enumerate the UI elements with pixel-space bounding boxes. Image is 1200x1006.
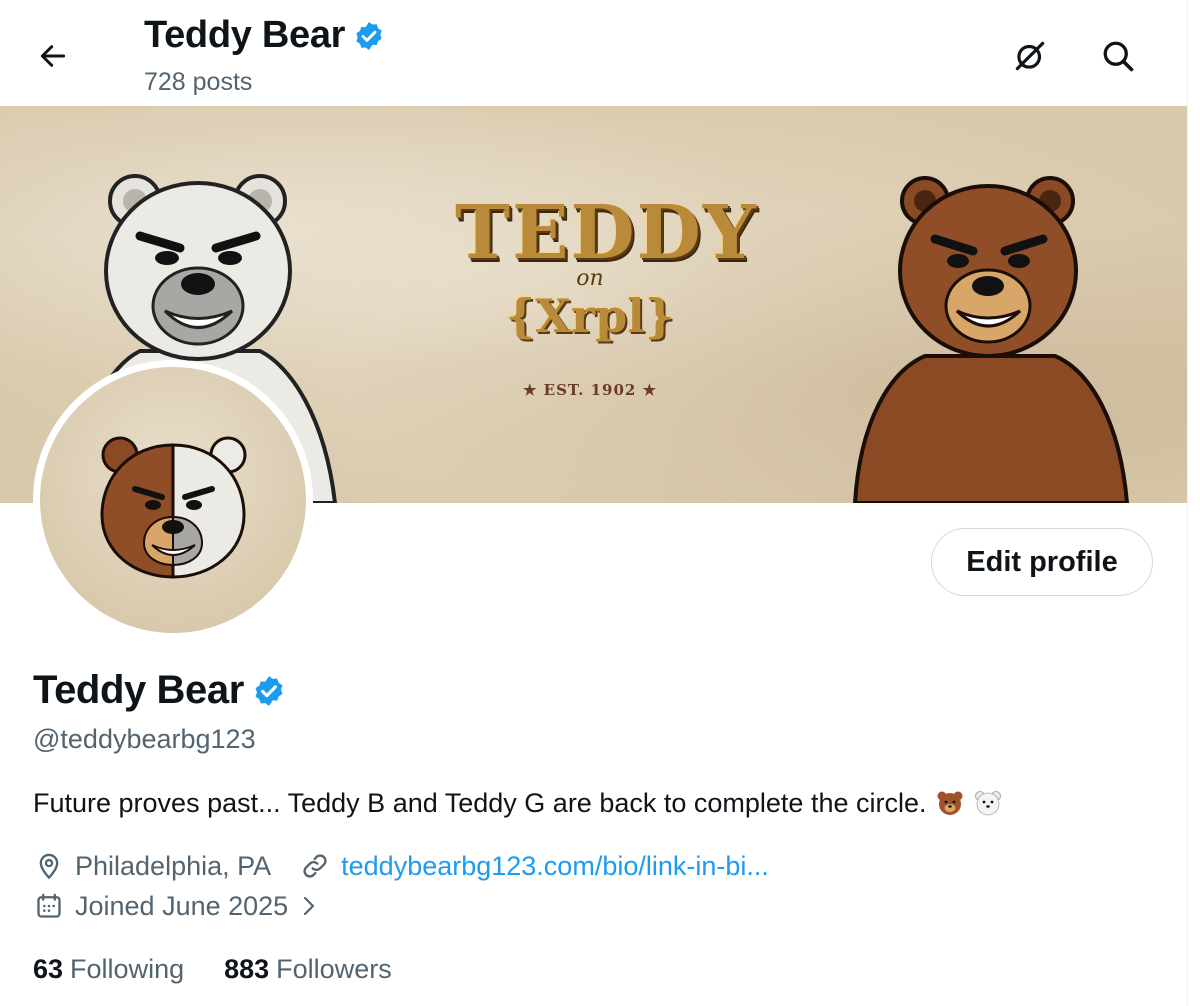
profile-bio: Future proves past... Teddy B and Teddy … [33,788,1002,819]
profile-stats: 63 Following 883 Followers [33,954,432,985]
verified-badge-icon [353,20,385,52]
calendar-icon [33,890,65,922]
split-bear-avatar-illustration [100,436,247,579]
verified-badge-icon[interactable] [252,674,286,708]
followers-label: Followers [276,954,392,984]
joined-date-row[interactable]: Joined June 2025 [33,890,334,922]
profile-joined-date: Joined June 2025 [75,890,289,921]
profile-handle: @teddybearbg123 [33,724,256,754]
followers-count: 883 [224,954,270,984]
profile-page: Teddy Bear 728 posts TEDDY on {Xrpl} ★ E… [0,0,1188,1006]
search-icon [1103,41,1134,72]
posts-count: 728 posts [144,68,253,96]
logo-title: TEDDY [455,190,758,276]
logo-established: ★ EST. 1902 ★ [522,381,658,399]
logo-xrpl: {Xrpl} [505,289,675,343]
profile-avatar[interactable] [33,360,313,640]
brown-bear-illustration [852,176,1130,503]
followers-link[interactable]: 883 Followers [224,954,392,985]
search-button[interactable] [1095,33,1141,79]
location-icon [33,850,65,882]
profile-name-row: Teddy Bear [33,668,286,713]
following-count: 63 [33,954,64,984]
teddy-on-xrpl-logo: TEDDY on {Xrpl} ★ EST. 1902 ★ [455,190,758,416]
polar-bear-emoji [974,791,1001,816]
link-icon [299,850,331,882]
following-label: Following [70,954,185,984]
profile-location: Philadelphia, PA [75,850,272,881]
grok-button[interactable] [1007,33,1053,79]
bio-text: Future proves past... Teddy B and Teddy … [33,788,927,818]
chevron-right-icon [292,890,324,922]
profile-website-link[interactable]: teddybearbg123.com/bio/link-in-bi... [341,851,769,882]
brown-bear-emoji [937,791,963,815]
avatar-image [40,367,306,633]
following-link[interactable]: 63 Following [33,954,184,985]
profile-name: Teddy Bear [33,668,244,712]
edit-profile-button[interactable]: Edit profile [931,528,1153,596]
header-name: Teddy Bear [144,14,346,56]
arrow-left-icon [40,45,66,67]
profile-meta-row: Philadelphia, PA teddybearbg123.com/bio/… [33,850,769,882]
profile-header: Teddy Bear 728 posts [0,0,1187,106]
back-button[interactable] [30,33,76,79]
header-title: Teddy Bear [144,14,385,57]
grok-icon [1015,41,1045,71]
